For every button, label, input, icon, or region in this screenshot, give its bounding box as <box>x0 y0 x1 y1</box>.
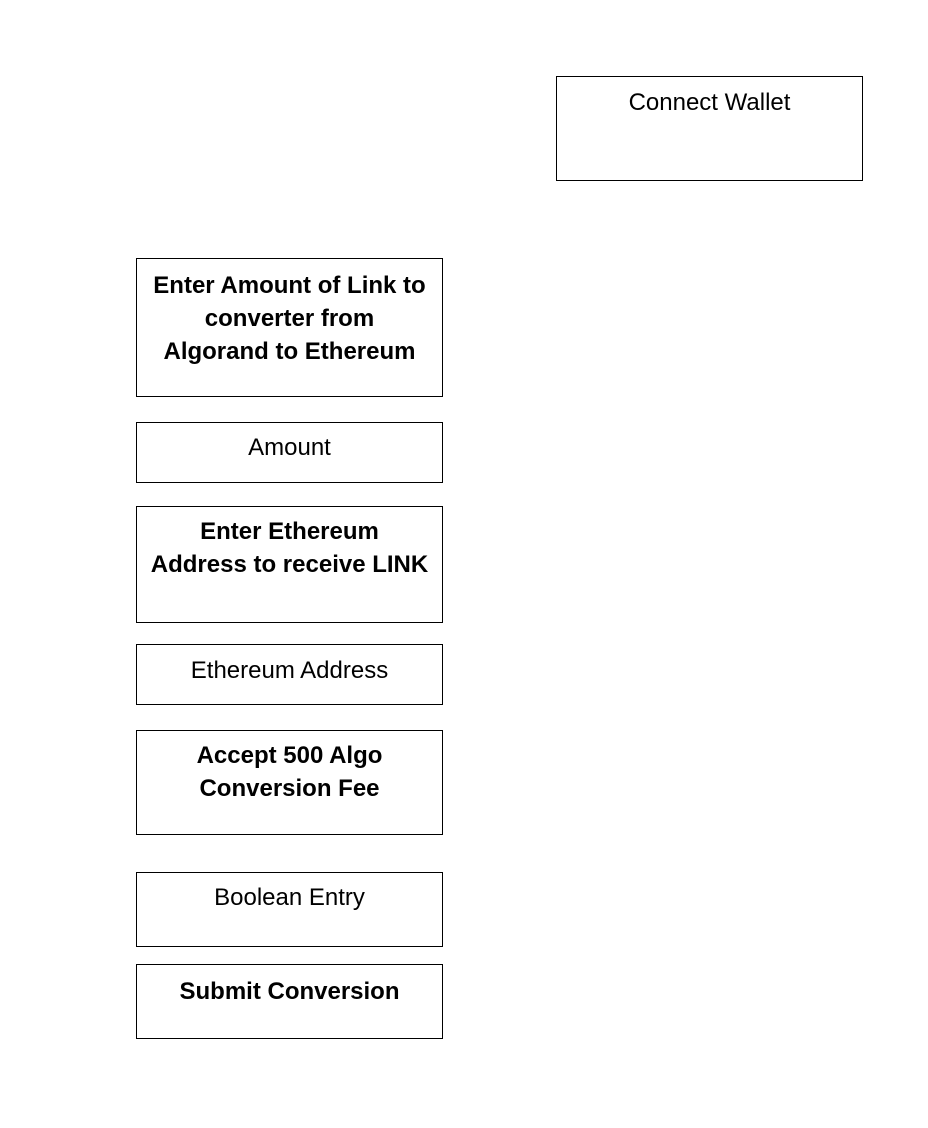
amount-instruction-line: Algorand to Ethereum <box>163 338 416 365</box>
amount-input-label: Amount <box>248 434 331 461</box>
amount-instruction-line: Enter Amount of Link to <box>153 272 426 299</box>
fee-instruction: Accept 500 Algo Conversion Fee <box>136 730 443 835</box>
submit-conversion-label: Submit Conversion <box>179 978 400 1005</box>
accept-fee-boolean-input[interactable]: Boolean Entry <box>136 872 443 947</box>
amount-instruction-line: converter from <box>204 305 375 332</box>
address-instruction-line: Enter Ethereum <box>200 518 379 545</box>
address-instruction: Enter Ethereum Address to receive LINK <box>136 506 443 623</box>
ethereum-address-input[interactable]: Ethereum Address <box>136 644 443 705</box>
connect-wallet-button[interactable]: Connect Wallet <box>556 76 863 181</box>
amount-input[interactable]: Amount <box>136 422 443 483</box>
amount-instruction: Enter Amount of Link to converter from A… <box>136 258 443 397</box>
fee-instruction-line: Accept 500 Algo <box>196 742 383 769</box>
ethereum-address-input-label: Ethereum Address <box>190 657 389 684</box>
fee-instruction-line: Conversion Fee <box>199 775 380 802</box>
address-instruction-line: Address to receive LINK <box>150 551 429 578</box>
connect-wallet-label: Connect Wallet <box>628 89 791 116</box>
accept-fee-boolean-label: Boolean Entry <box>214 884 365 911</box>
submit-conversion-button[interactable]: Submit Conversion <box>136 964 443 1039</box>
